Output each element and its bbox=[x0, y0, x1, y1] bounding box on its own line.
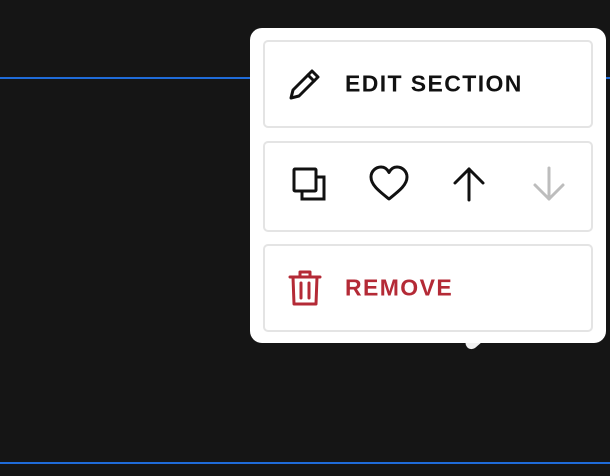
section-quick-actions-card bbox=[263, 141, 593, 232]
remove-section-button[interactable]: REMOVE bbox=[265, 246, 591, 330]
move-section-up-button[interactable] bbox=[445, 163, 493, 211]
pencil-icon bbox=[285, 64, 325, 104]
move-section-down-button[interactable] bbox=[525, 163, 573, 211]
duplicate-icon bbox=[289, 164, 329, 209]
editor-canvas: EDIT SECTION REMOVE bbox=[0, 0, 610, 476]
section-actions-popover: EDIT SECTION REMOVE bbox=[250, 28, 606, 343]
favorite-section-button[interactable] bbox=[365, 163, 413, 211]
arrow-down-icon bbox=[529, 164, 569, 209]
section-bottom-guide-line bbox=[0, 462, 610, 464]
edit-section-label: EDIT SECTION bbox=[345, 70, 523, 97]
remove-section-card: REMOVE bbox=[263, 244, 593, 332]
edit-section-card: EDIT SECTION bbox=[263, 40, 593, 128]
duplicate-section-button[interactable] bbox=[285, 163, 333, 211]
remove-section-label: REMOVE bbox=[345, 274, 454, 301]
edit-section-button[interactable]: EDIT SECTION bbox=[265, 42, 591, 126]
arrow-up-icon bbox=[449, 164, 489, 209]
heart-icon bbox=[368, 164, 410, 209]
trash-icon bbox=[285, 268, 325, 308]
